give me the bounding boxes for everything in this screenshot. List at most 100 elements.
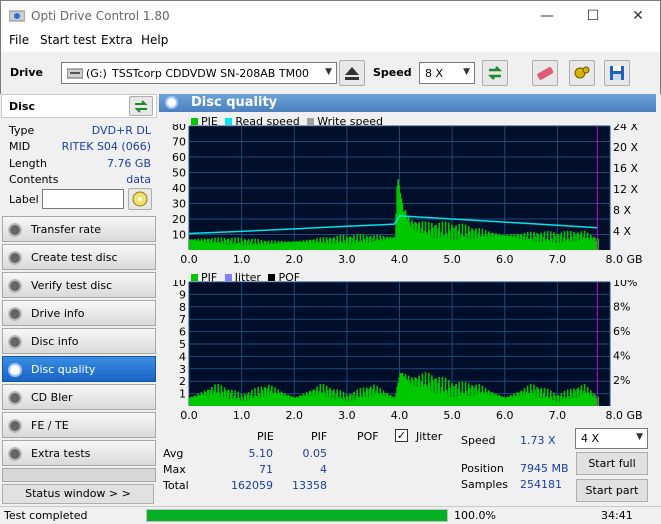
- nav-disc-info[interactable]: Disc info: [2, 328, 156, 354]
- test-speed-select[interactable]: 4 X ▼: [575, 428, 648, 449]
- y2-tick-label: 8 X: [613, 204, 631, 217]
- disc-icon: [8, 223, 22, 237]
- elapsed-time: 34:41: [601, 509, 633, 522]
- x-tick-label: 5.0: [443, 409, 461, 422]
- stats-max-label: Max: [163, 463, 186, 476]
- x-tick-label: 1.0: [233, 409, 251, 422]
- nav-disc-quality[interactable]: Disc quality: [2, 356, 156, 382]
- drive-letter: (G:): [86, 67, 107, 80]
- chevron-down-icon: ▼: [463, 67, 470, 77]
- disc-label-button[interactable]: [128, 188, 152, 210]
- jitter-checkbox[interactable]: ✓: [395, 429, 408, 442]
- disc-icon: [8, 335, 22, 349]
- y2-tick-label: 4 X: [613, 225, 631, 238]
- y2-tick-label: 4%: [613, 350, 630, 363]
- disc-icon: [8, 363, 22, 377]
- progress-text: 100.0%: [454, 509, 496, 522]
- maximize-button[interactable]: ☐: [570, 1, 616, 31]
- nav-spacer: [2, 468, 156, 482]
- close-button[interactable]: ✕: [615, 1, 661, 31]
- y-tick-label: 50: [172, 167, 186, 180]
- y-tick-label: 3: [179, 363, 186, 376]
- nav-fe-te[interactable]: FE / TE: [2, 412, 156, 438]
- status-window-button[interactable]: Status window > >: [2, 484, 154, 504]
- stats-header-pif: PIF: [311, 430, 328, 443]
- nav-extra-tests[interactable]: Extra tests: [2, 440, 156, 466]
- floppy-icon: [610, 66, 624, 80]
- erase-button[interactable]: [532, 60, 558, 86]
- stats-total-label: Total: [163, 479, 189, 492]
- menu-extra[interactable]: Extra: [101, 33, 133, 47]
- speed-select-value: 8 X: [425, 67, 444, 80]
- disc-icon: [8, 251, 22, 265]
- x-tick-label: 8.0 GB: [605, 253, 642, 266]
- nav-drive-info[interactable]: Drive info: [2, 300, 156, 326]
- disc-refresh-button[interactable]: [129, 96, 153, 116]
- x-tick-label: 8.0 GB: [605, 409, 642, 422]
- chevron-down-icon: ▼: [636, 432, 643, 442]
- speed-select[interactable]: 8 X ▼: [419, 62, 475, 84]
- nav-create-test-disc[interactable]: Create test disc: [2, 244, 156, 270]
- nav-transfer-rate[interactable]: Transfer rate: [2, 216, 156, 242]
- test-speed-value: 4 X: [581, 432, 600, 445]
- status-text: Test completed: [4, 509, 88, 522]
- refresh-button[interactable]: [482, 60, 508, 86]
- y-tick-label: 5: [179, 338, 186, 351]
- x-tick-label: 5.0: [443, 253, 461, 266]
- start-full-button[interactable]: Start full: [576, 452, 648, 475]
- x-tick-label: 4.0: [391, 409, 409, 422]
- disc-label-input[interactable]: [42, 189, 124, 209]
- disc-type-value: DVD+R DL: [91, 124, 151, 137]
- disc-header: Disc: [1, 94, 157, 118]
- disc-contents-key: Contents: [9, 173, 59, 186]
- y-tick-label: 20: [172, 213, 186, 226]
- y2-tick-label: 2%: [613, 374, 630, 387]
- refresh-icon: [134, 100, 148, 113]
- y2-tick-label: 24 X: [613, 124, 638, 133]
- stats-total-pie: 162059: [231, 479, 273, 492]
- y2-tick-label: 12 X: [613, 183, 638, 196]
- nav-verify-test-disc[interactable]: Verify test disc: [2, 272, 156, 298]
- x-tick-label: 3.0: [338, 253, 356, 266]
- y-tick-label: 8: [179, 301, 186, 314]
- eject-icon: [345, 67, 359, 80]
- y2-tick-label: 8%: [613, 301, 630, 314]
- pie-chart: 0.0 1.0 2.0 3.0 4.0 5.0 6.0 7.0 8.0 GB 80 70 60 50 40…: [172, 124, 643, 266]
- disc-header-title: Disc: [9, 100, 35, 113]
- disc-mid-key: MID: [9, 140, 31, 153]
- y-tick-label: 30: [172, 198, 186, 211]
- toolbar: Drive (G:) TSSTcorp CDDVDW SN-208AB TM00…: [0, 52, 661, 94]
- label-icon: [132, 191, 148, 207]
- stats-avg-pif: 0.05: [302, 447, 328, 460]
- y-tick-label: 9: [179, 288, 186, 301]
- save-button[interactable]: [604, 60, 630, 86]
- drive-label: Drive: [10, 66, 43, 79]
- eject-button[interactable]: [339, 60, 365, 86]
- stats-total-pif: 13358: [292, 479, 327, 492]
- settings-button[interactable]: [569, 60, 595, 86]
- menu-help[interactable]: Help: [141, 33, 168, 47]
- stats-header-pie: PIE: [257, 430, 274, 443]
- minimize-button[interactable]: —: [524, 1, 570, 31]
- start-part-button[interactable]: Start part: [576, 479, 648, 502]
- nav-cd-bler[interactable]: CD Bler: [2, 384, 156, 410]
- progress-bar: [146, 509, 448, 522]
- x-tick-label: 7.0: [549, 409, 567, 422]
- y-tick-label: 6: [179, 326, 186, 339]
- menu-start-test[interactable]: Start test: [40, 33, 96, 47]
- disc-icon: [8, 447, 22, 461]
- drive-select[interactable]: (G:) TSSTcorp CDDVDW SN-208AB TM00 ▼: [61, 62, 337, 84]
- x-tick-label: 2.0: [286, 409, 304, 422]
- app-icon: [8, 9, 26, 23]
- window-title: Opti Drive Control 1.80: [31, 9, 170, 23]
- disc-quality-title: Disc quality: [191, 95, 278, 110]
- x-tick-label: 0.0: [180, 253, 198, 266]
- stats-avg-label: Avg: [163, 447, 184, 460]
- x-tick-label: 6.0: [496, 409, 514, 422]
- menu-bar: File Start test Extra Help: [0, 30, 661, 52]
- drive-icon: [66, 67, 84, 82]
- menu-file[interactable]: File: [9, 33, 29, 47]
- y-tick-label: 70: [172, 136, 186, 149]
- samples-value: 254181: [520, 478, 562, 491]
- y-tick-label: 80: [172, 124, 186, 133]
